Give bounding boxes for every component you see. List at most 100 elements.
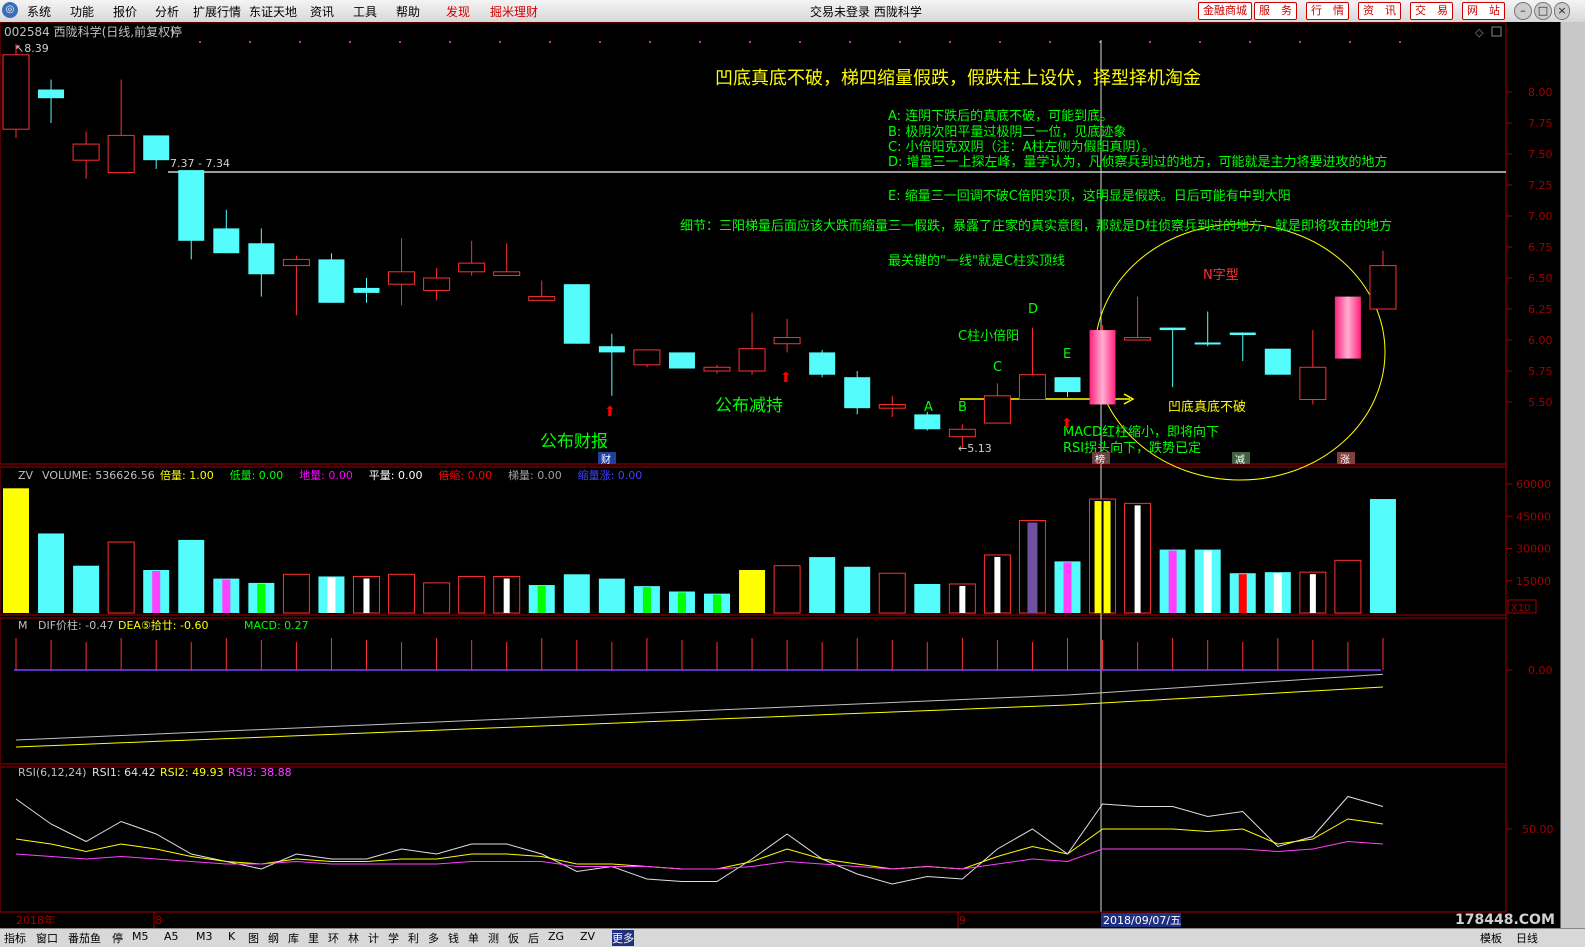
candle-body [633,349,661,366]
bottom-tab[interactable]: 库 [288,930,299,946]
candle-body [809,352,836,375]
candle-body [1299,366,1327,401]
candle-body [668,352,695,369]
market-button[interactable]: 行 情 [1306,2,1349,20]
service-button[interactable]: 服 务 [1254,2,1297,20]
cursor-date: 2018/09/07/五 [1103,914,1181,927]
candle-body [213,228,240,254]
key-annotation: 最关键的"一线"就是C柱实顶线 [888,253,1065,269]
volume-bar [773,565,801,614]
svg-text:财: 财 [601,453,611,466]
vol-indicator-name: ZV [18,469,34,482]
menu-item-analysis[interactable]: 分析 [155,3,179,20]
note-a: A: 连阴下跌后的真底不破，可能到底。 [888,108,1113,124]
price-axis-label: 5.75 [1528,365,1553,378]
letter-c: C [993,360,1002,375]
bottom-tab[interactable]: 测 [488,930,499,946]
mall-button[interactable]: 金融商城 [1198,2,1252,20]
bottom-tab[interactable]: K [228,930,235,943]
bottom-tab[interactable]: 计 [368,930,379,946]
candle-body [1054,377,1081,393]
menu-item-help[interactable]: 帮助 [396,3,420,20]
bottom-tab[interactable]: 停 [112,930,123,946]
menu-item-wealth[interactable]: 掘米理财 [490,3,538,20]
bottom-tab[interactable]: 纲 [268,930,279,946]
volume-bar [809,557,836,613]
menu-item-dongzheng[interactable]: 东证天地 [249,3,297,20]
bottom-tab[interactable]: 窗口 [36,930,58,946]
diamond-icon: ◇ [1475,26,1484,39]
bottom-tab[interactable]: ZV [580,930,595,943]
bottom-tab[interactable]: 番茄鱼 [68,930,101,946]
candle-body [38,89,65,99]
price-axis-label: 8.00 [1528,86,1553,99]
bottom-tab[interactable]: 指标 [4,930,26,946]
price-axis-label: 6.25 [1528,303,1553,316]
note-c: C: 小倍阳克双阴（注：A柱左侧为假阳真阴）。 [888,140,1155,155]
macd-value: MACD: 0.27 [244,619,309,632]
bottom-tab[interactable]: 后 [528,930,539,946]
volume-bar [844,566,871,613]
template-button[interactable]: 模板 [1480,930,1502,946]
bottom-tab[interactable]: 利 [408,930,419,946]
app-logo-icon[interactable]: ◎ [2,2,18,18]
price-axis-label: 6.50 [1528,272,1553,285]
period-button[interactable]: 日线 [1516,930,1538,946]
candle-body [1369,265,1397,310]
letter-e: E [1063,347,1071,362]
volume-bar [388,573,416,614]
date-month-8: 8 [155,914,162,927]
candle-body [493,271,521,277]
vol-header-item: 平量: 0.00 [369,469,423,482]
menu-item-function[interactable]: 功能 [70,3,94,20]
bottom-tab[interactable]: ZG [548,930,564,943]
bottom-tab[interactable]: 林 [348,930,359,946]
trade-button[interactable]: 交 易 [1410,2,1453,20]
stock-title: 002584 西陇科学(日线,前复权) [4,24,175,39]
candle-body [1018,374,1046,401]
stock-chart[interactable]: 002584 西陇科学(日线,前复权) 停 ◇ 7.37 - 7.34 8.00… [0,22,1560,928]
macd-axis-label: 0.00 [1528,664,1553,677]
up-arrow-icon: ⬆ [780,370,792,386]
volume-axis-label: 45000 [1516,510,1551,523]
svg-text:减: 减 [1235,454,1245,466]
vol-header-item: 缩量涨: 0.00 [578,469,643,482]
menu-item-news[interactable]: 资讯 [310,3,334,20]
candle-body [773,337,801,345]
header-status: 停 [170,24,182,39]
watermark: 178448.COM [1455,912,1555,928]
bottom-tab[interactable]: 仮 [508,930,519,946]
menu-item-tools[interactable]: 工具 [353,3,377,20]
bottom-tab[interactable]: 单 [468,930,479,946]
menu-item-extended-quote[interactable]: 扩展行情 [193,3,241,20]
bottom-tab[interactable]: 更多 [612,930,634,946]
close-icon[interactable]: × [1554,2,1570,20]
candle-body [318,259,345,303]
candle-body [178,170,205,241]
bottom-tab[interactable]: 钱 [448,930,459,946]
menu-item-system[interactable]: 系统 [27,3,51,20]
bottom-tab[interactable]: A5 [164,930,179,943]
maximize-icon[interactable]: □ [1534,2,1552,20]
vol-header-item: 低量: 0.00 [230,469,284,482]
minimize-icon[interactable]: – [1514,2,1532,20]
bottom-tab[interactable]: 图 [248,930,259,946]
menu-item-discover[interactable]: 发现 [446,3,470,20]
bottom-tab[interactable]: 学 [388,930,399,946]
candle-body [948,428,976,438]
volume-bar [423,582,451,614]
website-button[interactable]: 网 站 [1462,2,1505,20]
price-axis-label: 7.25 [1528,179,1553,192]
menu-item-quote[interactable]: 报价 [113,3,137,20]
bottom-tab[interactable]: M5 [132,930,149,943]
low-price-label: ←5.13 [958,442,992,455]
volume-axis-label: 15000 [1516,575,1551,588]
bottom-tab[interactable]: M3 [196,930,213,943]
up-arrow-icon: ⬆ [604,404,616,420]
bottom-tab[interactable]: 多 [428,930,439,946]
bottom-tab[interactable]: 环 [328,930,339,946]
high-price-label: ↖8.39 [15,42,49,55]
news-button[interactable]: 资 讯 [1358,2,1401,20]
right-side-panel[interactable] [1560,22,1585,928]
bottom-tab[interactable]: 里 [308,930,319,946]
